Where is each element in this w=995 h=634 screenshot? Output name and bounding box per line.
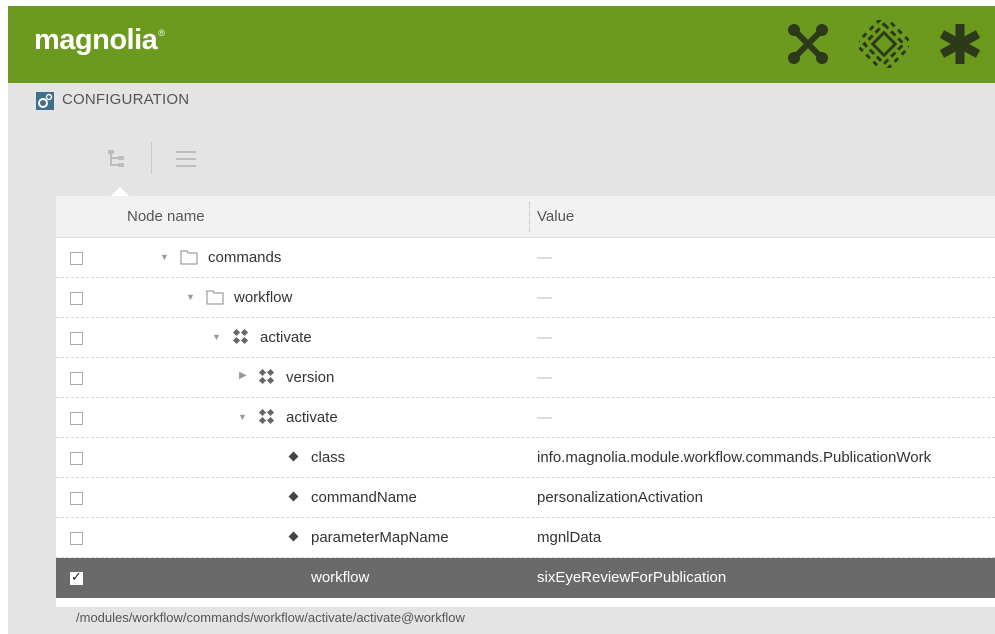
configuration-app: CONFIGURATION Node name Value ▼ commands…	[8, 83, 995, 634]
table-row[interactable]: ▼ commands —	[56, 238, 995, 278]
content-node-icon	[258, 409, 275, 425]
row-checkbox[interactable]	[70, 492, 83, 505]
row-checkbox-checked[interactable]: ✓	[70, 569, 83, 585]
grid-header: Node name Value	[56, 196, 995, 238]
node-path-status: /modules/workflow/commands/workflow/acti…	[76, 610, 465, 625]
pulse-icon[interactable]	[859, 20, 909, 68]
table-row[interactable]: class info.magnolia.module.workflow.comm…	[56, 438, 995, 478]
table-row-selected[interactable]: ✓ workflow sixEyeReviewForPublication	[56, 558, 995, 598]
property-icon	[288, 531, 299, 542]
row-checkbox[interactable]	[70, 532, 83, 545]
column-header-node-name[interactable]: Node name	[127, 208, 205, 225]
table-row[interactable]: parameterMapName mgnlData	[56, 518, 995, 558]
expand-arrow-icon[interactable]: ▶	[239, 370, 247, 381]
gear-config-icon	[36, 92, 54, 110]
node-value: mgnlData	[537, 529, 602, 546]
node-name: activate	[260, 329, 312, 346]
node-value: —	[537, 369, 552, 386]
node-value: —	[537, 409, 552, 426]
row-checkbox[interactable]	[70, 412, 83, 425]
content-node-icon	[232, 329, 249, 345]
row-checkbox[interactable]	[70, 332, 83, 345]
collapse-arrow-icon[interactable]: ▼	[186, 292, 195, 302]
logo-text: magnolia	[34, 24, 158, 56]
table-row[interactable]: ▼ workflow —	[56, 278, 995, 318]
asterisk-favorites-icon[interactable]	[935, 20, 985, 68]
list-view-icon[interactable]	[174, 148, 198, 170]
row-checkbox[interactable]	[70, 452, 83, 465]
node-value: sixEyeReviewForPublication	[537, 569, 727, 586]
content-node-icon	[258, 369, 275, 385]
active-view-pointer	[111, 187, 129, 196]
collapse-arrow-icon[interactable]: ▼	[212, 332, 221, 342]
collapse-arrow-icon[interactable]: ▼	[160, 252, 169, 262]
node-name: commandName	[311, 489, 417, 506]
app-window: magnolia® CONFIGURATION Node name Value …	[0, 0, 995, 634]
logo-registered-mark: ®	[158, 28, 165, 38]
node-value: —	[537, 289, 552, 306]
property-icon	[288, 491, 299, 502]
magnolia-logo[interactable]: magnolia®	[34, 24, 165, 57]
row-checkbox[interactable]	[70, 252, 83, 265]
tree-grid: Node name Value ▼ commands — ▼ workflow …	[56, 196, 995, 607]
table-row[interactable]: ▼ activate —	[56, 318, 995, 358]
app-title: CONFIGURATION	[62, 91, 190, 108]
x-shaped-apps-icon[interactable]	[783, 20, 833, 68]
table-row[interactable]: ▼ activate —	[56, 398, 995, 438]
column-header-value[interactable]: Value	[537, 208, 574, 225]
checkmark-icon: ✓	[71, 569, 82, 584]
folder-icon	[206, 290, 224, 305]
node-value: —	[537, 249, 552, 266]
node-name: parameterMapName	[311, 529, 449, 546]
header-bar: magnolia®	[8, 6, 995, 83]
folder-icon	[180, 250, 198, 265]
node-name: commands	[208, 249, 282, 266]
node-value: info.magnolia.module.workflow.commands.P…	[537, 449, 932, 466]
table-row[interactable]: ▶ version —	[56, 358, 995, 398]
row-checkbox[interactable]	[70, 372, 83, 385]
column-divider[interactable]	[529, 202, 530, 232]
node-value: personalizationActivation	[537, 489, 703, 506]
node-name: workflow	[311, 569, 370, 586]
property-icon	[288, 451, 299, 462]
tree-view-icon[interactable]	[106, 148, 130, 170]
table-row[interactable]: commandName personalizationActivation	[56, 478, 995, 518]
node-name: workflow	[234, 289, 293, 306]
node-value: —	[537, 329, 552, 346]
row-checkbox[interactable]	[70, 292, 83, 305]
node-name: activate	[286, 409, 338, 426]
node-name: version	[286, 369, 335, 386]
view-switch-divider	[151, 142, 152, 174]
collapse-arrow-icon[interactable]: ▼	[238, 412, 247, 422]
node-name: class	[311, 449, 346, 466]
